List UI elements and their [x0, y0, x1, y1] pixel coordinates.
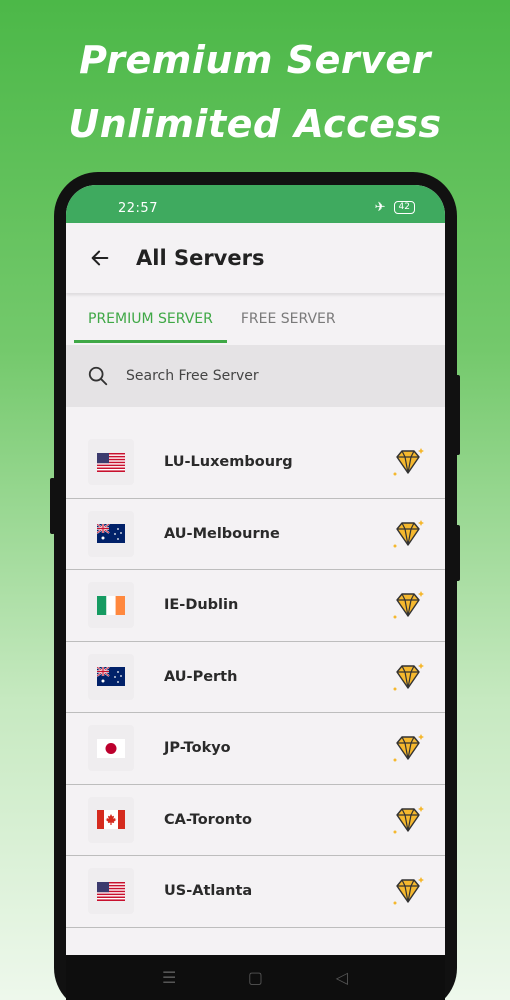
premium-diamond-icon: [393, 448, 424, 476]
search-bar: [66, 345, 445, 407]
server-row[interactable]: US-Atlanta: [66, 856, 445, 928]
premium-diamond-icon: [393, 662, 424, 691]
flag-jp-icon: [88, 725, 134, 772]
premium-diamond-icon: [393, 591, 424, 619]
flag-us-icon: [88, 868, 134, 915]
tab-premium-server[interactable]: PREMIUM SERVER: [74, 293, 227, 345]
status-time: 22:57: [118, 201, 158, 216]
server-row[interactable]: CA-Toronto: [66, 784, 445, 856]
home-icon[interactable]: ▢: [245, 968, 265, 987]
system-nav-bar: ☰ ▢ ◁: [66, 955, 445, 1000]
flag-au-icon: [88, 653, 134, 700]
server-row[interactable]: AU-Melbourne: [66, 498, 445, 570]
server-row[interactable]: AU-Perth: [66, 641, 445, 713]
server-list: LU-Luxembourg AU-Melbourne IE-Dublin AU-…: [66, 427, 445, 928]
arrow-left-icon[interactable]: [88, 246, 112, 270]
server-row[interactable]: JP-Tokyo: [66, 713, 445, 785]
server-name: JP-Tokyo: [164, 740, 231, 757]
back-triangle-icon[interactable]: ◁: [332, 968, 352, 987]
search-input[interactable]: [126, 368, 386, 384]
flag-ie-icon: [88, 582, 134, 629]
server-name: US-Atlanta: [164, 883, 253, 900]
server-name: CA-Toronto: [164, 811, 253, 828]
phone-screen: 22:57 ✈ 42 All Servers PREMIUM SERVER FR…: [66, 185, 445, 1000]
status-bar: 22:57 ✈ 42: [66, 185, 445, 223]
menu-icon[interactable]: ☰: [159, 968, 179, 987]
promo-line-1: Premium Server: [79, 38, 431, 82]
server-row[interactable]: IE-Dublin: [66, 570, 445, 642]
server-row[interactable]: LU-Luxembourg: [66, 427, 445, 499]
battery-icon: 42: [393, 201, 415, 214]
search-icon: [86, 364, 110, 388]
flag-us-icon: [88, 439, 134, 486]
premium-diamond-icon: [393, 805, 424, 834]
server-name: LU-Luxembourg: [164, 454, 293, 471]
server-name: AU-Melbourne: [164, 525, 280, 542]
flag-ca-icon: [88, 796, 134, 843]
airplane-icon: ✈: [374, 200, 386, 215]
app-bar: All Servers: [66, 223, 445, 293]
page-title: All Servers: [136, 246, 265, 270]
premium-diamond-icon: [393, 877, 424, 905]
premium-diamond-icon: [393, 734, 424, 762]
flag-au-icon: [88, 510, 134, 557]
premium-diamond-icon: [393, 519, 424, 548]
server-name: IE-Dublin: [164, 597, 239, 614]
promo-headline: Premium Server Unlimited Access: [0, 28, 510, 156]
server-name: AU-Perth: [164, 668, 238, 685]
tab-free-server[interactable]: FREE SERVER: [227, 293, 350, 345]
server-tabs: PREMIUM SERVER FREE SERVER: [66, 293, 445, 345]
promo-line-2: Unlimited Access: [68, 102, 442, 146]
status-icons: ✈ 42: [375, 201, 415, 214]
